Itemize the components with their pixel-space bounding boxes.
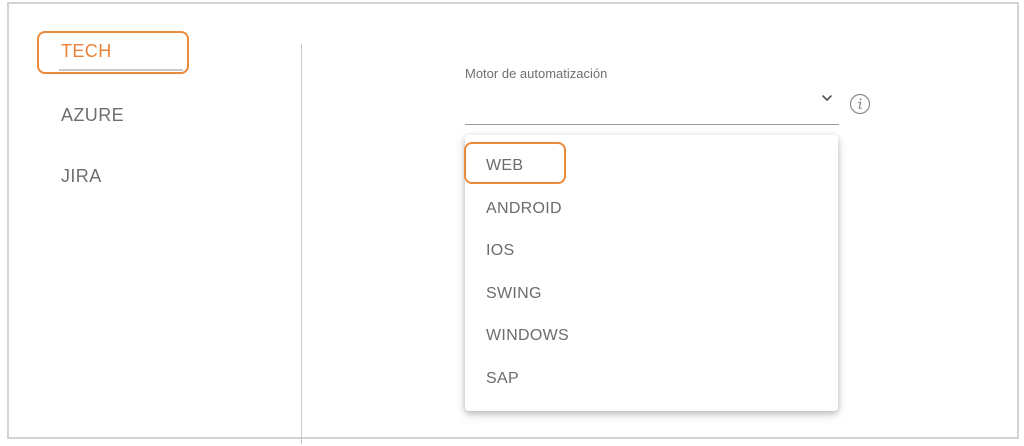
option-sap[interactable]: SAP: [486, 370, 519, 388]
select-underline: [465, 124, 839, 125]
automation-engine-dropdown: WEB ANDROID IOS SWING WINDOWS SAP: [465, 135, 838, 411]
automation-engine-select[interactable]: Motor de automatización: [465, 64, 839, 126]
sidebar-item-azure[interactable]: AZURE: [61, 105, 124, 126]
app-frame: TECH AZURE JIRA Motor de automatización …: [7, 2, 1019, 444]
sidebar-item-tech[interactable]: TECH: [61, 41, 112, 62]
sidebar: TECH AZURE JIRA: [9, 4, 301, 437]
sidebar-item-jira[interactable]: JIRA: [61, 166, 102, 187]
option-windows[interactable]: WINDOWS: [486, 327, 569, 345]
option-ios[interactable]: IOS: [486, 242, 514, 260]
info-icon[interactable]: [849, 93, 871, 115]
option-web[interactable]: WEB: [486, 157, 523, 175]
chevron-down-icon[interactable]: [819, 90, 835, 106]
sidebar-divider: [301, 44, 302, 444]
option-android[interactable]: ANDROID: [486, 200, 562, 218]
automation-engine-value[interactable]: [465, 92, 805, 114]
automation-engine-label: Motor de automatización: [465, 66, 608, 81]
option-swing[interactable]: SWING: [486, 285, 542, 303]
active-tab-underline: [59, 69, 183, 71]
